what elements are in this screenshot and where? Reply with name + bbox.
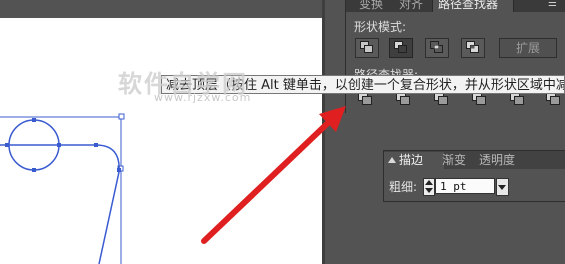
pathfinder-panel: 变换 对齐 路径查找器 ☰ 形状模式: 扩展 路径查找器: — [345, 0, 565, 113]
unite-icon — [360, 41, 373, 53]
stroke-panel: 描边 渐变 透明度 粗细: 1 pt — [383, 150, 565, 202]
anchor-point — [32, 168, 36, 172]
tab-pathfinder[interactable]: 路径查找器 — [432, 0, 514, 12]
artboard-edge — [322, 0, 325, 264]
panel-menu-icon[interactable]: ☰ — [548, 0, 560, 9]
tab-align[interactable]: 对齐 — [394, 0, 428, 12]
tab-transform[interactable]: 变换 — [354, 0, 388, 12]
tab-gradient[interactable]: 渐变 — [438, 152, 470, 169]
minus-front-icon — [394, 41, 407, 53]
weight-input[interactable]: 1 pt — [435, 178, 495, 194]
bounding-box-handle — [118, 113, 125, 120]
intersect-button[interactable] — [425, 38, 449, 58]
tab-stroke[interactable]: 描边 — [384, 152, 444, 169]
anchor-point — [57, 143, 61, 147]
weight-label: 粗细: — [389, 180, 418, 194]
watermark-url: www.rjzxw.com — [154, 91, 252, 104]
weight-dropdown[interactable] — [496, 178, 509, 196]
collapse-icon[interactable] — [388, 157, 396, 163]
intersect-icon — [430, 41, 443, 53]
minus-front-button[interactable] — [389, 38, 413, 58]
weight-stepper[interactable] — [423, 178, 435, 196]
unite-button[interactable] — [355, 38, 379, 58]
anchor-point — [94, 143, 98, 147]
pathfinder-tabbar: 变换 对齐 路径查找器 ☰ — [346, 0, 565, 12]
watermark: 软件自学网 www.rjzxw.com — [118, 64, 288, 104]
anchor-point — [5, 143, 9, 147]
expand-button[interactable]: 扩展 — [499, 38, 557, 58]
anchor-point — [32, 118, 36, 122]
dropdown-arrow-icon — [498, 185, 506, 190]
selected-path-artwork[interactable] — [0, 0, 322, 264]
shape-modes-label: 形状模式: — [354, 20, 407, 34]
curved-line-path — [0, 144, 120, 264]
stroke-tabbar: 描边 渐变 透明度 — [384, 151, 565, 169]
stepper-up-icon[interactable] — [425, 180, 433, 185]
stepper-down-icon[interactable] — [425, 188, 433, 193]
pathfinder-buttons — [358, 92, 560, 106]
tab-transparency[interactable]: 透明度 — [475, 152, 519, 169]
tab-stroke-label: 描边 — [399, 153, 424, 167]
exclude-icon — [466, 41, 479, 53]
anchor-point — [117, 168, 121, 172]
exclude-button[interactable] — [461, 38, 485, 58]
